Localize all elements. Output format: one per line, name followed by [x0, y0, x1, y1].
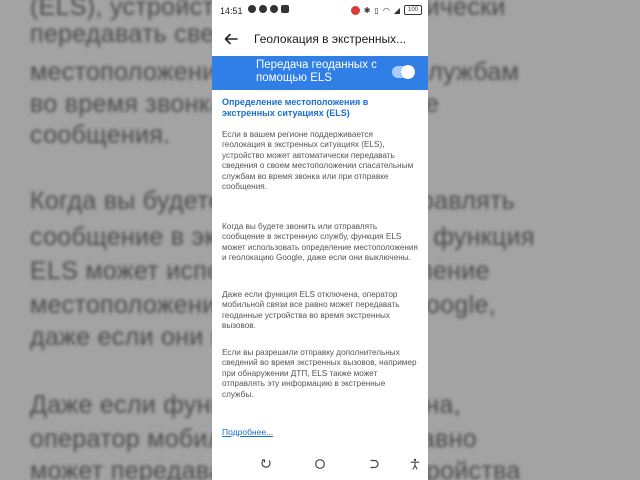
els-switch[interactable] [392, 65, 415, 79]
nav-back-icon[interactable] [366, 458, 380, 472]
background-text-line: сообщения. [30, 121, 171, 149]
wifi-icon: ◠ [382, 5, 390, 15]
learn-more-link[interactable]: Подробнее... [222, 427, 273, 437]
vibrate-icon: ▯ [374, 5, 379, 15]
recents-icon[interactable] [259, 458, 273, 472]
accessibility-icon[interactable] [408, 458, 422, 472]
section-title: Определение местоположения в экстренных … [222, 97, 369, 118]
info-paragraph: Даже если функция ELS отключена, операто… [222, 290, 400, 331]
battery-icon: 100 [404, 5, 422, 15]
info-paragraph: Когда вы будете звонить или отправлять с… [222, 222, 418, 263]
info-content: Определение местоположения в экстренных … [212, 90, 428, 450]
page-title: Геолокация в экстренных... [254, 32, 407, 46]
notification-icon [248, 5, 256, 13]
arrow-left-icon[interactable] [222, 30, 240, 48]
home-icon[interactable] [313, 458, 327, 472]
info-paragraph: Если вы разрешили отправку дополнительны… [222, 348, 417, 399]
switch-knob [401, 65, 415, 79]
els-toggle-row[interactable]: Передача геоданных с помощью ELS [212, 56, 428, 90]
els-toggle-label: Передача геоданных с помощью ELS [256, 59, 377, 84]
system-icons: ✱ ▯ ◠ ◢ 100 [350, 5, 422, 15]
notification-icons [248, 5, 289, 13]
signal-icon: ◢ [393, 5, 400, 15]
status-bar: 14:51 ✱ ▯ ◠ ◢ 100 [212, 0, 428, 22]
record-icon [350, 5, 360, 15]
navigation-bar [212, 450, 428, 480]
notification-icon [259, 5, 267, 13]
app-bar: Геолокация в экстренных... [212, 22, 428, 56]
status-time: 14:51 [220, 6, 243, 16]
phone-screen: 14:51 ✱ ▯ ◠ ◢ 100 Геолокация в экстренны… [212, 0, 428, 480]
notification-icon [270, 5, 278, 13]
notification-icon [281, 5, 289, 13]
bluetooth-icon: ✱ [363, 5, 371, 15]
info-paragraph: Если в вашем регионе поддерживается геол… [222, 130, 414, 192]
